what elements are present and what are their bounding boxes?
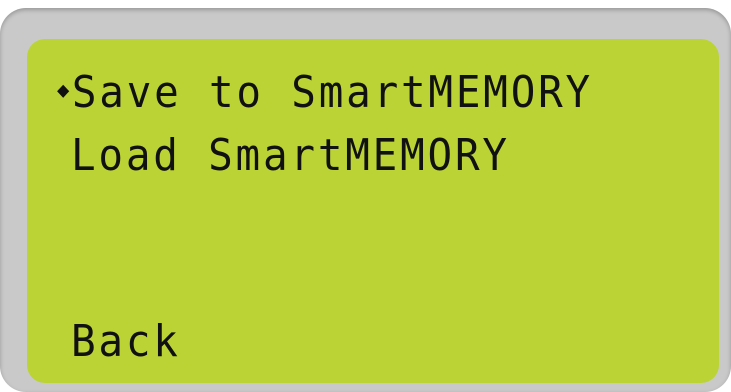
menu-item-label: Save to SmartMEMORY [71,67,593,118]
lcd-screen: ◆ Save to SmartMEMORY Load SmartMEMORY B… [27,39,719,383]
menu-item-save-to-smartmemory[interactable]: ◆ Save to SmartMEMORY [57,71,593,115]
menu-item-label: Load SmartMEMORY [71,130,510,181]
lcd-bezel: ◆ Save to SmartMEMORY Load SmartMEMORY B… [0,8,731,392]
menu-item-load-smartmemory[interactable]: Load SmartMEMORY [71,134,510,178]
menu-item-label: Back [71,316,181,367]
diamond-cursor-icon: ◆ [57,78,73,103]
menu-item-back[interactable]: Back [71,320,181,364]
lcd-menu: ◆ Save to SmartMEMORY Load SmartMEMORY B… [27,39,719,383]
